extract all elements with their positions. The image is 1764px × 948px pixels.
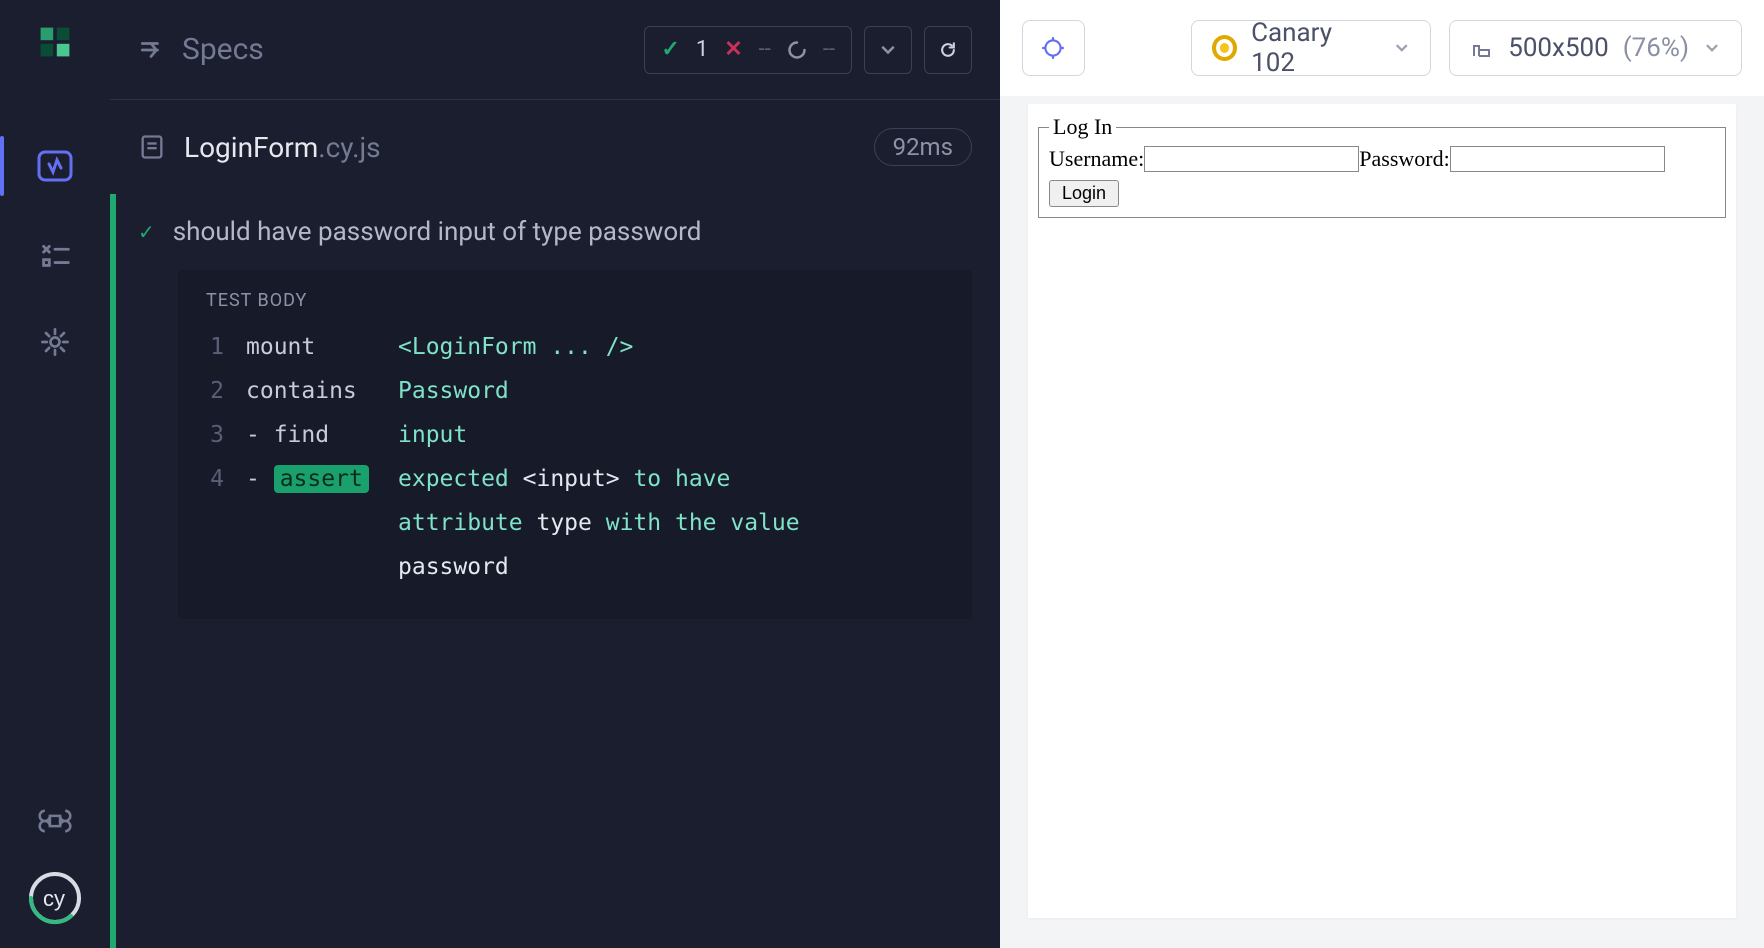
command-log: TEST BODY 1 mount <LoginForm ... /> 2 co…: [178, 270, 972, 619]
keyboard-shortcuts[interactable]: [38, 804, 72, 838]
username-input[interactable]: [1144, 146, 1359, 172]
browser-label: Canary 102: [1251, 18, 1379, 78]
pass-indicator: [110, 194, 116, 948]
left-nav: cy: [0, 0, 110, 948]
specs-icon: [35, 146, 75, 186]
aut-iframe: Log In Username: Password: Login: [1028, 104, 1736, 918]
rerun-button[interactable]: [924, 26, 972, 74]
command-row[interactable]: 3 - find input: [178, 413, 972, 457]
command-row[interactable]: 2 contains Password: [178, 369, 972, 413]
spec-file-ext: .cy.js: [318, 131, 380, 164]
command-row[interactable]: 1 mount <LoginForm ... />: [178, 325, 972, 369]
chevron-down-icon: [1703, 39, 1721, 57]
cypress-mark-icon: [35, 22, 75, 62]
command-icon: [38, 804, 72, 838]
chevron-down-icon: [878, 40, 898, 60]
password-label: Password:: [1359, 146, 1449, 172]
chrome-canary-icon: [1212, 35, 1238, 61]
collapse-icon: [138, 37, 164, 63]
test-body-label: TEST BODY: [178, 290, 972, 325]
password-input[interactable]: [1450, 146, 1665, 172]
chevron-down-icon: [1393, 39, 1411, 57]
assert-badge: assert: [274, 465, 369, 493]
spec-file-row[interactable]: LoginForm.cy.js 92ms: [110, 100, 1000, 194]
username-label: Username:: [1049, 146, 1144, 172]
nav-specs[interactable]: [31, 142, 79, 190]
nav-settings[interactable]: [31, 318, 79, 366]
specs-toggle[interactable]: Specs: [138, 32, 264, 67]
selector-playground-button[interactable]: [1022, 20, 1085, 76]
assert-message: expected <input> to have attribute type …: [398, 457, 800, 589]
viewport-scale: (76%): [1623, 33, 1689, 63]
next-button[interactable]: [864, 26, 912, 74]
test-title: should have password input of type passw…: [173, 217, 702, 247]
aut-panel: Canary 102 500x500 (76%) Log In Username…: [1000, 0, 1764, 948]
reporter-panel: Specs ✓ 1 ✕ -- --: [110, 0, 1000, 948]
viewport-size: 500x500: [1508, 33, 1609, 63]
reload-icon: [938, 40, 958, 60]
x-icon: ✕: [724, 37, 742, 62]
crosshair-icon: [1040, 35, 1066, 61]
preview-toolbar: Canary 102 500x500 (76%): [1000, 0, 1764, 96]
pending-count: --: [823, 37, 835, 62]
gear-icon: [37, 324, 73, 360]
command-row[interactable]: 4 - assert expected <input> to have attr…: [178, 457, 972, 589]
runs-icon: [36, 235, 74, 273]
svg-text:cy: cy: [43, 886, 65, 911]
browser-selector[interactable]: Canary 102: [1191, 20, 1432, 76]
file-icon: [138, 133, 166, 161]
login-fieldset: Log In Username: Password: Login: [1038, 114, 1726, 218]
ruler-icon: [1470, 36, 1494, 60]
login-legend: Log In: [1049, 114, 1116, 140]
spec-duration: 92ms: [874, 128, 972, 166]
pass-count: 1: [696, 37, 708, 62]
test-row[interactable]: ✓ should have password input of type pas…: [110, 194, 1000, 270]
specs-title: Specs: [182, 32, 264, 67]
spec-file-name: LoginForm: [184, 131, 318, 164]
fail-count: --: [759, 37, 771, 62]
check-icon: ✓: [138, 220, 155, 244]
run-stats: ✓ 1 ✕ -- --: [644, 26, 852, 74]
check-icon: ✓: [661, 37, 679, 62]
pending-icon: [787, 40, 807, 60]
nav-runs[interactable]: [31, 230, 79, 278]
login-button[interactable]: Login: [1049, 180, 1119, 207]
viewport-selector[interactable]: 500x500 (76%): [1449, 20, 1742, 76]
specs-header: Specs ✓ 1 ✕ -- --: [110, 0, 1000, 100]
cypress-logo-icon: cy: [25, 868, 85, 928]
